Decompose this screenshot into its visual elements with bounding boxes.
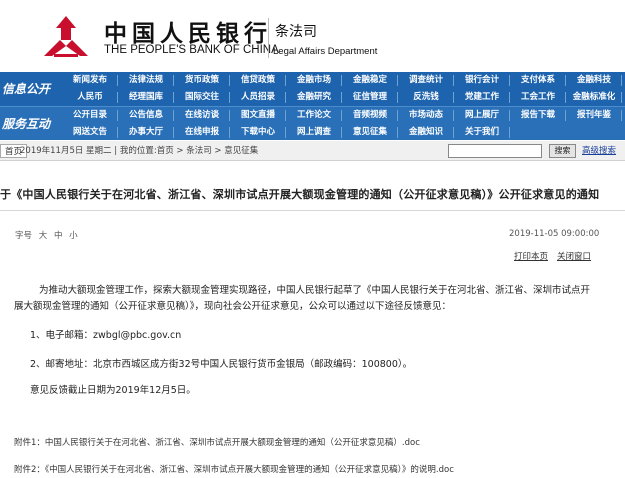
nav-item-info-0-4[interactable]: 金融市场 (286, 72, 342, 89)
font-size-medium-button[interactable]: 中 (54, 231, 63, 241)
nav-item-service-0-3[interactable]: 图文直播 (230, 107, 286, 124)
close-window-link[interactable]: 关闭窗口 (557, 250, 591, 262)
dept-name-en: Legal Affairs Department (273, 46, 378, 57)
nav-item-info-0-7[interactable]: 银行会计 (454, 72, 510, 89)
nav-item-service-0-6[interactable]: 市场动态 (398, 107, 454, 124)
advanced-search-link[interactable]: 高级搜索 (582, 144, 616, 158)
nav-grid-service: 公开目录 公告信息 在线访谈 图文直播 工作论文 音频视频 市场动态 网上展厅 报告下载 报刊年鉴… (62, 107, 625, 141)
nav-item-service-0-4[interactable]: 工作论文 (286, 107, 342, 124)
nav-item-info-0-1[interactable]: 法律法规 (118, 72, 174, 89)
dept-name-cn: 条法司 (275, 24, 317, 40)
breadcrumb: 2019年11月5日 星期二 | 我的位置:首页 > 条法司 > 意见征集 (20, 146, 259, 156)
bank-name-cn: 中国人民银行 (104, 20, 272, 47)
nav-item-service-0-2[interactable]: 在线访谈 (174, 107, 230, 124)
publish-date: 2019-11-05 09:00:00 (509, 229, 600, 239)
nav-item-service-0-5[interactable]: 音频视频 (342, 107, 398, 124)
nav-item-service-1-0[interactable]: 网送文告 (62, 124, 118, 141)
pboc-logo-icon (44, 16, 88, 57)
print-page-link[interactable]: 打印本页 (514, 250, 548, 262)
nav-item-info-0-6[interactable]: 调查统计 (398, 72, 454, 89)
font-size-label: 字号 (15, 231, 33, 241)
nav-item-service-0-7[interactable]: 网上展厅 (454, 107, 510, 124)
nav-section-info: 信息公开 新闻发布 法律法规 货币政策 信贷政策 金融市场 金融稳定 调查统计 银行会计 支付体… (0, 72, 625, 106)
nav-item-info-1-2[interactable]: 国际交往 (174, 89, 230, 106)
nav-item-info-0-8[interactable]: 支付体系 (510, 72, 566, 89)
search-button[interactable]: 搜索 (549, 144, 576, 158)
nav-item-service-1-3[interactable]: 下载中心 (230, 124, 286, 141)
nav-item-service-0-1[interactable]: 公告信息 (118, 107, 174, 124)
main-nav: 信息公开 新闻发布 法律法规 货币政策 信贷政策 金融市场 金融稳定 调查统计 银行会计 支付体… (0, 72, 625, 140)
breadcrumb-bar: 首页 2019年11月5日 星期二 | 我的位置:首页 > 条法司 > 意见征集… (0, 141, 625, 161)
feedback-deadline: 意见反馈截止日期为2019年12月5日。 (30, 385, 196, 396)
font-size-small-button[interactable]: 小 (69, 231, 78, 241)
feedback-email: 1、电子邮箱：zwbgl@pbc.gov.cn (30, 330, 182, 341)
nav-item-info-0-0[interactable]: 新闻发布 (62, 72, 118, 89)
font-size-large-button[interactable]: 大 (39, 231, 48, 241)
nav-section-label: 服务互动 (2, 117, 51, 131)
nav-item-service-0-9[interactable]: 报刊年鉴 (566, 107, 622, 124)
header-divider (268, 18, 269, 58)
title-divider (0, 210, 625, 211)
nav-item-info-0-9[interactable]: 金融科技 (566, 72, 622, 89)
search-input[interactable] (448, 144, 542, 158)
font-size-controls: 字号 大 中 小 (15, 229, 82, 241)
nav-item-service-1-2[interactable]: 在线申报 (174, 124, 230, 141)
nav-item-service-1-6[interactable]: 金融知识 (398, 124, 454, 141)
nav-item-service-0-8[interactable]: 报告下载 (510, 107, 566, 124)
nav-item-info-1-5[interactable]: 征信管理 (342, 89, 398, 106)
nav-grid-info: 新闻发布 法律法规 货币政策 信贷政策 金融市场 金融稳定 调查统计 银行会计 支付体系 金融科技… (62, 72, 625, 106)
nav-item-info-0-3[interactable]: 信贷政策 (230, 72, 286, 89)
nav-item-info-1-6[interactable]: 反洗钱 (398, 89, 454, 106)
nav-item-info-1-9[interactable]: 金融标准化 (566, 89, 622, 106)
nav-item-service-1-7[interactable]: 关于我们 (454, 124, 510, 141)
nav-item-info-0-5[interactable]: 金融稳定 (342, 72, 398, 89)
nav-item-service-1-1[interactable]: 办事大厅 (118, 124, 174, 141)
nav-item-service-0-0[interactable]: 公开目录 (62, 107, 118, 124)
nav-item-info-1-3[interactable]: 人员招录 (230, 89, 286, 106)
page-title: 于《中国人民银行关于在河北省、浙江省、深圳市试点开展大额现金管理的通知（公开征求… (0, 188, 600, 201)
nav-item-service-1-5[interactable]: 意见征集 (342, 124, 398, 141)
attachment-1-link[interactable]: 附件1：中国人民银行关于在河北省、浙江省、深圳市试点开展大额现金管理的通知（公开… (14, 436, 420, 448)
nav-section-label: 信息公开 (2, 82, 51, 96)
nav-item-service-1-4[interactable]: 网上调查 (286, 124, 342, 141)
nav-item-info-1-7[interactable]: 党建工作 (454, 89, 510, 106)
nav-item-info-0-2[interactable]: 货币政策 (174, 72, 230, 89)
nav-item-info-1-8[interactable]: 工会工作 (510, 89, 566, 106)
attachment-2-link[interactable]: 附件2：《中国人民银行关于在河北省、浙江省、深圳市试点开展大额现金管理的通知（公… (14, 463, 454, 475)
nav-item-info-1-0[interactable]: 人民币 (62, 89, 118, 106)
feedback-address: 2、邮寄地址：北京市西城区成方街32号中国人民银行货币金银局（邮政编码：1008… (30, 359, 413, 370)
site-header: 中国人民银行 THE PEOPLE'S BANK OF CHINA 条法司 Le… (0, 0, 625, 70)
nav-item-info-1-4[interactable]: 金融研究 (286, 89, 342, 106)
paragraph-intro-line2: 展大额现金管理的通知（公开征求意见稿）》，现向社会公开征求意见，公众可以通过以下… (14, 301, 452, 312)
nav-item-info-1-1[interactable]: 经理国库 (118, 89, 174, 106)
paragraph-intro-line1: 为推动大额现金管理工作，探索大额现金管理实现路径，中国人民银行起草了《中国人民银… (39, 285, 591, 296)
nav-section-service: 服务互动 公开目录 公告信息 在线访谈 图文直播 工作论文 音频视频 市场动态 网上展厅 报告下… (0, 106, 625, 140)
bank-name-en: THE PEOPLE'S BANK OF CHINA (104, 44, 279, 56)
